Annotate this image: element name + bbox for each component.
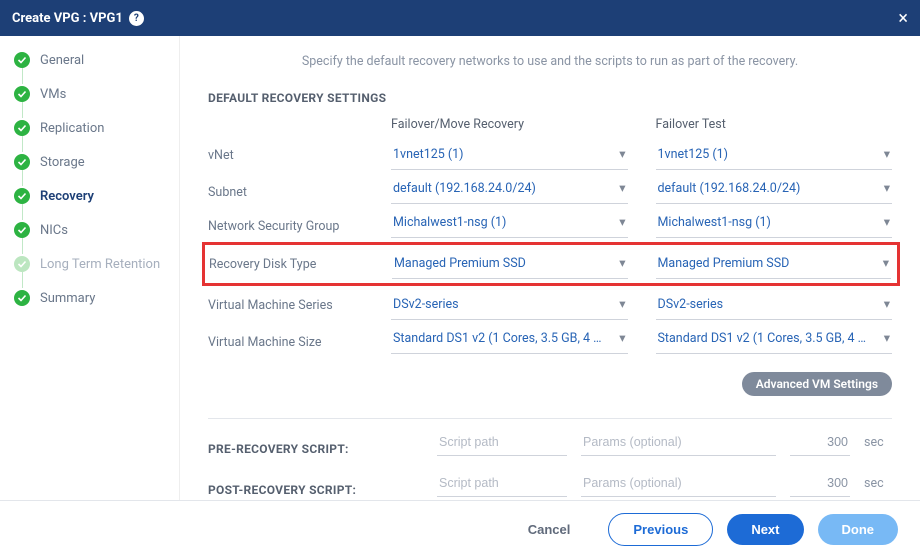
row-label-subnet: Subnet <box>208 175 363 200</box>
chevron-down-icon: ▾ <box>619 214 625 230</box>
close-icon[interactable]: × <box>898 8 908 29</box>
modal-header: Create VPG : VPG1 ? × <box>0 0 920 36</box>
chevron-down-icon: ▾ <box>883 255 889 271</box>
post-recovery-script-row: POST-RECOVERY SCRIPT: sec <box>208 472 892 497</box>
chevron-down-icon: ▾ <box>884 180 890 196</box>
row-label-vnet: vNet <box>208 148 363 163</box>
sidebar-item-label: NICs <box>40 223 68 238</box>
column-header-test: Failover Test <box>656 115 893 140</box>
chevron-down-icon: ▾ <box>884 296 890 312</box>
select-value: Managed Premium SSD <box>394 256 526 271</box>
nsg-failover-select[interactable]: Michalwest1-nsg (1) ▾ <box>391 204 628 238</box>
check-icon <box>14 86 30 102</box>
sidebar-item-long-term-retention[interactable]: Long Term Retention <box>14 254 175 274</box>
column-header-failover: Failover/Move Recovery <box>391 115 628 140</box>
sidebar-item-nics[interactable]: NICs <box>14 220 175 240</box>
wizard-sidebar: General VMs Replication Storage Recovery <box>0 36 180 500</box>
sidebar-item-replication[interactable]: Replication <box>14 118 175 138</box>
chevron-down-icon: ▾ <box>619 180 625 196</box>
select-value: DSv2-series <box>658 297 724 312</box>
recovery-settings-grid: Failover/Move Recovery Failover Test vNe… <box>208 115 892 354</box>
chevron-down-icon: ▾ <box>884 146 890 162</box>
modal-footer: Cancel Previous Next Done <box>0 500 920 558</box>
sidebar-item-label: Long Term Retention <box>40 257 160 272</box>
unit-label: sec <box>864 435 892 456</box>
row-label-series: Virtual Machine Series <box>208 298 363 313</box>
pre-script-params-input[interactable] <box>581 431 776 456</box>
size-failover-select[interactable]: Standard DS1 v2 (1 Cores, 3.5 GB, 4 D… ▾ <box>391 320 628 354</box>
post-script-timeout-input[interactable] <box>790 472 850 497</box>
sidebar-item-label: Recovery <box>40 189 94 204</box>
select-value: default (192.168.24.0/24) <box>658 181 801 196</box>
disk-test-select[interactable]: Managed Premium SSD ▾ <box>656 249 892 279</box>
subnet-failover-select[interactable]: default (192.168.24.0/24) ▾ <box>391 170 628 204</box>
series-test-select[interactable]: DSv2-series ▾ <box>656 290 893 320</box>
select-value: Standard DS1 v2 (1 Cores, 3.5 GB, 4 D… <box>393 331 602 346</box>
row-label-disk: Recovery Disk Type <box>209 257 364 272</box>
select-value: DSv2-series <box>393 297 459 312</box>
select-value: Standard DS1 v2 (1 Cores, 3.5 GB, 4 D… <box>658 331 867 346</box>
main-panel: Specify the default recovery networks to… <box>180 36 920 500</box>
pre-recovery-script-row: PRE-RECOVERY SCRIPT: sec <box>208 431 892 456</box>
create-vpg-modal: Create VPG : VPG1 ? × General VMs Replic… <box>0 0 920 558</box>
chevron-down-icon: ▾ <box>884 214 890 230</box>
disk-failover-select[interactable]: Managed Premium SSD ▾ <box>392 249 628 279</box>
row-label-size: Virtual Machine Size <box>208 325 363 350</box>
nsg-test-select[interactable]: Michalwest1-nsg (1) ▾ <box>656 204 893 238</box>
section-title: DEFAULT RECOVERY SETTINGS <box>208 91 892 105</box>
post-script-path-input[interactable] <box>437 472 567 497</box>
sidebar-item-label: Summary <box>40 291 95 306</box>
select-value: 1vnet125 (1) <box>658 147 729 162</box>
series-failover-select[interactable]: DSv2-series ▾ <box>391 290 628 320</box>
select-value: Michalwest1-nsg (1) <box>393 215 506 230</box>
pre-recovery-label: PRE-RECOVERY SCRIPT: <box>208 442 423 456</box>
vnet-test-select[interactable]: 1vnet125 (1) ▾ <box>656 140 893 170</box>
next-button[interactable]: Next <box>727 514 803 545</box>
recovery-disk-type-row-highlighted: Recovery Disk Type Managed Premium SSD▾ … <box>202 242 900 286</box>
select-value: Michalwest1-nsg (1) <box>658 215 771 230</box>
check-icon <box>14 154 30 170</box>
select-value: 1vnet125 (1) <box>393 147 464 162</box>
post-recovery-label: POST-RECOVERY SCRIPT: <box>208 483 423 497</box>
subnet-test-select[interactable]: default (192.168.24.0/24) ▾ <box>656 170 893 204</box>
sidebar-item-storage[interactable]: Storage <box>14 152 175 172</box>
help-icon[interactable]: ? <box>129 11 144 26</box>
chevron-down-icon: ▾ <box>619 146 625 162</box>
check-icon <box>14 222 30 238</box>
select-value: Managed Premium SSD <box>658 256 790 271</box>
sidebar-item-label: Storage <box>40 155 85 170</box>
row-label-nsg: Network Security Group <box>208 209 363 234</box>
check-icon <box>14 290 30 306</box>
sidebar-item-label: Replication <box>40 121 104 136</box>
intro-text: Specify the default recovery networks to… <box>208 54 892 69</box>
sidebar-item-label: General <box>40 53 84 68</box>
sidebar-item-summary[interactable]: Summary <box>14 288 175 308</box>
pre-script-path-input[interactable] <box>437 431 567 456</box>
sidebar-item-label: VMs <box>40 87 66 102</box>
vnet-failover-select[interactable]: 1vnet125 (1) ▾ <box>391 140 628 170</box>
chevron-down-icon: ▾ <box>619 255 625 271</box>
advanced-vm-settings-button[interactable]: Advanced VM Settings <box>742 372 892 396</box>
select-value: default (192.168.24.0/24) <box>393 181 536 196</box>
check-icon <box>14 120 30 136</box>
previous-button[interactable]: Previous <box>608 513 713 546</box>
cancel-button[interactable]: Cancel <box>504 514 595 545</box>
unit-label: sec <box>864 476 892 497</box>
pre-script-timeout-input[interactable] <box>790 431 850 456</box>
sidebar-item-recovery[interactable]: Recovery <box>14 186 175 206</box>
sidebar-item-general[interactable]: General <box>14 50 175 70</box>
modal-body: General VMs Replication Storage Recovery <box>0 36 920 500</box>
size-test-select[interactable]: Standard DS1 v2 (1 Cores, 3.5 GB, 4 D… ▾ <box>656 320 893 354</box>
check-icon <box>14 52 30 68</box>
check-icon <box>14 188 30 204</box>
chevron-down-icon: ▾ <box>619 296 625 312</box>
modal-title: Create VPG : VPG1 <box>12 11 123 26</box>
done-button[interactable]: Done <box>818 514 899 545</box>
sidebar-item-vms[interactable]: VMs <box>14 84 175 104</box>
post-script-params-input[interactable] <box>581 472 776 497</box>
divider <box>208 418 892 419</box>
chevron-down-icon: ▾ <box>619 330 625 346</box>
check-icon <box>14 256 30 272</box>
chevron-down-icon: ▾ <box>884 330 890 346</box>
